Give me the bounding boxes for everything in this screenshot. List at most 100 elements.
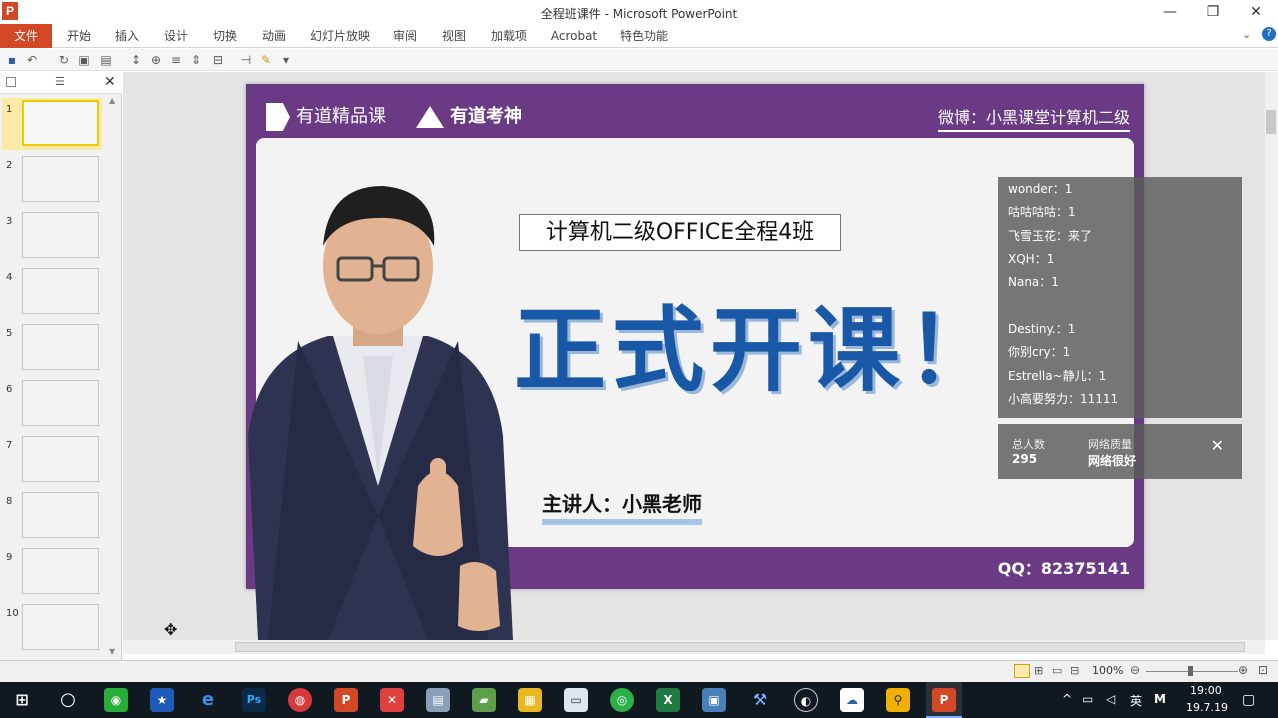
multicolor-app-icon[interactable]: ▦ <box>518 688 542 712</box>
clock-time[interactable]: 19:00 <box>1190 684 1222 697</box>
tab-transitions[interactable]: 切换 <box>208 24 242 48</box>
tab-acrobat[interactable]: Acrobat <box>546 24 602 48</box>
help-icon[interactable]: ? <box>1262 27 1276 41</box>
align-icon[interactable]: ↕ <box>128 52 144 68</box>
excel-icon[interactable]: X <box>656 688 680 712</box>
network-icon[interactable]: ▭ <box>1082 692 1093 706</box>
cloud-app-icon[interactable]: ☁ <box>840 688 864 712</box>
redo-icon[interactable]: ↻ <box>56 52 72 68</box>
search-tool-icon[interactable]: ⚲ <box>886 688 910 712</box>
slideshow-view-icon[interactable]: ⊟ <box>1070 664 1079 677</box>
monitor-app-icon[interactable]: ▭ <box>564 688 588 712</box>
move-cursor-icon: ✥ <box>164 620 178 639</box>
horizontal-scroll-thumb[interactable] <box>235 642 1245 652</box>
slide-thumbnail-10[interactable] <box>22 604 99 650</box>
tab-special-features[interactable]: 特色功能 <box>616 24 672 48</box>
reading-view-icon[interactable]: ▭ <box>1052 664 1062 677</box>
close-stats-icon[interactable]: ✕ <box>1211 436 1224 455</box>
normal-view-icon[interactable] <box>1014 664 1030 678</box>
slide-sorter-icon[interactable]: ⊞ <box>1034 664 1043 677</box>
customize-qat-icon[interactable]: ▾ <box>278 52 294 68</box>
powerpoint-taskbar-icon[interactable]: P <box>334 688 358 712</box>
rotate-icon[interactable]: ⊣ <box>238 52 254 68</box>
scroll-down-icon[interactable]: ▼ <box>109 647 115 656</box>
slide-thumbnail-4[interactable] <box>22 268 99 314</box>
spacing-icon[interactable]: ⇕ <box>188 52 204 68</box>
save-icon[interactable]: ▪ <box>4 52 20 68</box>
notifications-icon[interactable]: ▢ <box>1242 692 1255 708</box>
chat-message: 飞雪玉花：来了 <box>1008 229 1093 243</box>
slide-thumbnail-5[interactable] <box>22 324 99 370</box>
ribbon-collapse-chevron-icon[interactable]: ⌄ <box>1242 28 1251 41</box>
status-bar: ⊞ ▭ ⊟ 100% ⊖ ⊕ ⊡ <box>0 660 1278 682</box>
red-app-icon[interactable]: ◍ <box>288 688 312 712</box>
xmind-icon[interactable]: ✕ <box>380 688 404 712</box>
slide-thumbnail-9[interactable] <box>22 548 99 594</box>
slide-thumbnail-3[interactable] <box>22 212 99 258</box>
pinned-star-app-icon[interactable]: ★ <box>150 688 174 712</box>
zoom-level[interactable]: 100% <box>1092 664 1123 677</box>
close-panel-icon[interactable]: ✕ <box>104 74 116 90</box>
tab-slideshow[interactable]: 幻灯片放映 <box>306 24 374 48</box>
horizontal-scrollbar[interactable] <box>123 640 1265 654</box>
photoshop-icon[interactable]: Ps <box>242 688 266 712</box>
fit-to-window-icon[interactable]: ⊡ <box>1258 663 1268 677</box>
zoom-out-icon[interactable]: ⊖ <box>1130 663 1140 677</box>
minimize-button[interactable]: — <box>1155 2 1185 22</box>
green-circle-app-icon[interactable]: ◎ <box>610 688 634 712</box>
language-indicator[interactable]: 英 <box>1130 692 1142 709</box>
undo-icon[interactable]: ↶ <box>24 52 40 68</box>
close-button[interactable]: ✕ <box>1241 2 1271 22</box>
scroll-up-icon[interactable]: ▲ <box>109 96 115 105</box>
chat-message: wonder：1 <box>1008 182 1073 196</box>
edge-browser-icon[interactable]: e <box>196 688 220 712</box>
slideshow-icon[interactable]: ▣ <box>76 52 92 68</box>
zoom-slider-thumb[interactable] <box>1188 666 1193 676</box>
wechat-icon[interactable]: ◉ <box>104 688 128 712</box>
group-icon[interactable]: ⊕ <box>148 52 164 68</box>
notepad-app-icon[interactable]: ▤ <box>426 688 450 712</box>
restore-button[interactable]: ❐ <box>1198 2 1228 22</box>
tab-review[interactable]: 审阅 <box>388 24 422 48</box>
clock-date[interactable]: 19.7.19 <box>1186 701 1228 714</box>
wrench-app-icon[interactable]: ⚒ <box>748 688 772 712</box>
slides-tab-icon[interactable] <box>6 77 16 87</box>
slide-thumbnail-7[interactable] <box>22 436 99 482</box>
distribute-icon[interactable]: ≡ <box>168 52 184 68</box>
zoom-in-icon[interactable]: ⊕ <box>1238 663 1248 677</box>
vertical-scrollbar[interactable] <box>1265 72 1278 640</box>
tab-animations[interactable]: 动画 <box>257 24 291 48</box>
tab-view[interactable]: 视图 <box>437 24 471 48</box>
slide-thumbnail-1[interactable] <box>22 100 99 146</box>
quick-access-toolbar: ▪ ↶ ↻ ▣ ▤ ↕ ⊕ ≡ ⇕ ⊟ ⊣ ✎ ▾ <box>0 49 1278 71</box>
tab-design[interactable]: 设计 <box>159 24 193 48</box>
tab-addins[interactable]: 加载项 <box>486 24 532 48</box>
ribbon-tab-bar: 文件 开始 插入 设计 切换 动画 幻灯片放映 审阅 视图 加载项 Acroba… <box>0 24 1278 48</box>
brush-icon[interactable]: ✎ <box>258 52 274 68</box>
tab-insert[interactable]: 插入 <box>110 24 144 48</box>
title-bar: P 全程班课件 - Microsoft PowerPoint — ❐ ✕ <box>0 0 1278 24</box>
live-chat-overlay[interactable]: wonder：1 咕咕咕咕：1 飞雪玉花：来了 XQH：1 Nana：1 Des… <box>998 177 1242 418</box>
arrange-icon[interactable]: ⊟ <box>210 52 226 68</box>
active-powerpoint-taskbar-button[interactable]: P <box>926 682 962 718</box>
tray-expand-icon[interactable]: ^ <box>1062 692 1072 706</box>
format-painter-icon[interactable]: ▤ <box>98 52 114 68</box>
slide-thumbnail-8[interactable] <box>22 492 99 538</box>
main-title-text[interactable]: 正式开课！ <box>514 276 1004 409</box>
tab-file[interactable]: 文件 <box>0 24 52 48</box>
windows-start-icon[interactable]: ⊞ <box>10 688 34 712</box>
course-title-box[interactable]: 计算机二级OFFICE全程4班 <box>519 214 841 251</box>
thumbnail-scrollbar[interactable]: ▲ ▼ <box>107 96 120 656</box>
slide-thumbnail-2[interactable] <box>22 156 99 202</box>
presenter-label[interactable]: 主讲人：小黑老师 <box>542 488 702 525</box>
green-app-icon[interactable]: ▰ <box>472 688 496 712</box>
search-icon[interactable]: ○ <box>56 688 80 712</box>
blue-tool-app-icon[interactable]: ▣ <box>702 688 726 712</box>
ime-indicator[interactable]: M <box>1154 692 1166 706</box>
obs-icon[interactable]: ◐ <box>794 688 818 712</box>
slide-thumbnail-6[interactable] <box>22 380 99 426</box>
vertical-scroll-thumb[interactable] <box>1266 110 1276 134</box>
volume-icon[interactable]: ◁ <box>1106 692 1115 706</box>
outline-tab-icon[interactable]: ☰ <box>55 75 65 88</box>
tab-home[interactable]: 开始 <box>62 24 96 48</box>
